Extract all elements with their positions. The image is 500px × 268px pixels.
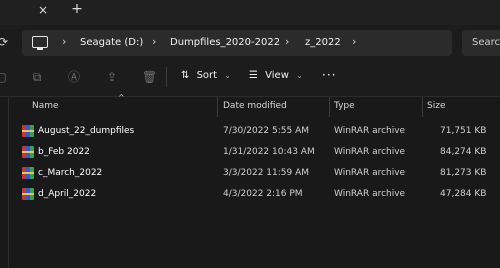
winrar-archive-icon <box>22 167 34 179</box>
view-label: View <box>265 70 289 81</box>
chevron-right-icon[interactable]: › <box>285 35 289 48</box>
sort-label: Sort <box>196 70 218 81</box>
column-resize-handle[interactable] <box>217 97 218 117</box>
column-header-type[interactable]: Type <box>334 101 355 111</box>
file-type: WinRAR archive <box>334 189 406 199</box>
tab-bar: × + <box>0 0 500 25</box>
file-type: WinRAR archive <box>334 168 406 178</box>
command-bar: ▢ ⧉ Ⓐ ⇪ 🗑 ⇅ Sort ⌄ ☰ View ⌄ ··· <box>0 60 500 97</box>
copy-icon[interactable]: ⧉ <box>30 70 44 84</box>
winrar-archive-icon <box>22 188 34 200</box>
file-size: 47,284 KB <box>440 189 487 199</box>
column-header-name[interactable]: Name <box>32 101 59 111</box>
refresh-icon[interactable]: ⟳ <box>0 35 8 49</box>
file-name: d_April_2022 <box>38 189 97 199</box>
chevron-right-icon[interactable]: › <box>62 35 66 48</box>
cut-icon[interactable]: ▢ <box>0 70 8 84</box>
file-name: c_March_2022 <box>38 168 103 178</box>
column-resize-handle[interactable] <box>422 97 423 117</box>
file-date-modified: 4/3/2022 2:16 PM <box>223 189 303 199</box>
file-size: 71,751 KB <box>440 126 487 136</box>
file-list: ^ Name Date modified Type Size August_22… <box>0 93 500 268</box>
toolbar-divider <box>166 67 167 87</box>
delete-icon[interactable]: 🗑 <box>142 70 157 84</box>
breadcrumb[interactable]: › Seagate (D:) › Dumpfiles_2020-2022 › z… <box>22 30 452 56</box>
close-tab-icon[interactable]: × <box>36 3 50 17</box>
view-icon: ☰ <box>249 70 258 81</box>
chevron-down-icon: ⌄ <box>224 71 231 80</box>
file-date-modified: 1/31/2022 10:43 AM <box>223 147 315 157</box>
column-header-size[interactable]: Size <box>427 101 445 111</box>
rename-icon[interactable]: Ⓐ <box>67 70 81 84</box>
sort-button[interactable]: ⇅ Sort ⌄ <box>181 70 231 81</box>
sort-ascending-icon: ^ <box>118 93 125 102</box>
table-row[interactable]: c_March_2022 3/3/2022 11:59 AM WinRAR ar… <box>0 164 500 185</box>
chevron-right-icon[interactable]: › <box>152 35 156 48</box>
column-header-row: ^ Name Date modified Type Size <box>0 93 500 117</box>
share-icon[interactable]: ⇪ <box>105 70 119 84</box>
new-tab-icon[interactable]: + <box>70 2 84 16</box>
column-resize-handle[interactable] <box>329 97 330 117</box>
file-size: 81,273 KB <box>440 168 487 178</box>
chevron-down-icon: ⌄ <box>296 71 303 80</box>
this-pc-icon[interactable] <box>32 36 48 50</box>
winrar-archive-icon <box>22 125 34 137</box>
breadcrumb-current-folder[interactable]: z_2022 <box>305 37 341 48</box>
column-header-date-modified[interactable]: Date modified <box>223 101 287 111</box>
address-bar: ⟳ › Seagate (D:) › Dumpfiles_2020-2022 ›… <box>0 25 500 61</box>
breadcrumb-drive[interactable]: Seagate (D:) <box>80 37 143 48</box>
file-date-modified: 3/3/2022 11:59 AM <box>223 168 310 178</box>
sort-icon: ⇅ <box>181 70 190 81</box>
chevron-right-icon[interactable]: › <box>352 35 356 48</box>
file-type: WinRAR archive <box>334 147 406 157</box>
breadcrumb-folder[interactable]: Dumpfiles_2020-2022 <box>170 37 280 48</box>
file-date-modified: 7/30/2022 5:55 AM <box>223 126 310 136</box>
search-input[interactable]: Search <box>462 30 500 56</box>
table-row[interactable]: b_Feb 2022 1/31/2022 10:43 AM WinRAR arc… <box>0 143 500 164</box>
file-name: August_22_dumpfiles <box>38 126 135 136</box>
more-options-button[interactable]: ··· <box>322 68 336 82</box>
file-size: 84,274 KB <box>440 147 487 157</box>
file-type: WinRAR archive <box>334 126 406 136</box>
file-name: b_Feb 2022 <box>38 147 90 157</box>
table-row[interactable]: d_April_2022 4/3/2022 2:16 PM WinRAR arc… <box>0 185 500 206</box>
winrar-archive-icon <box>22 146 34 158</box>
search-placeholder: Search <box>472 37 500 48</box>
view-button[interactable]: ☰ View ⌄ <box>249 70 303 81</box>
table-row[interactable]: August_22_dumpfiles 7/30/2022 5:55 AM Wi… <box>0 122 500 143</box>
